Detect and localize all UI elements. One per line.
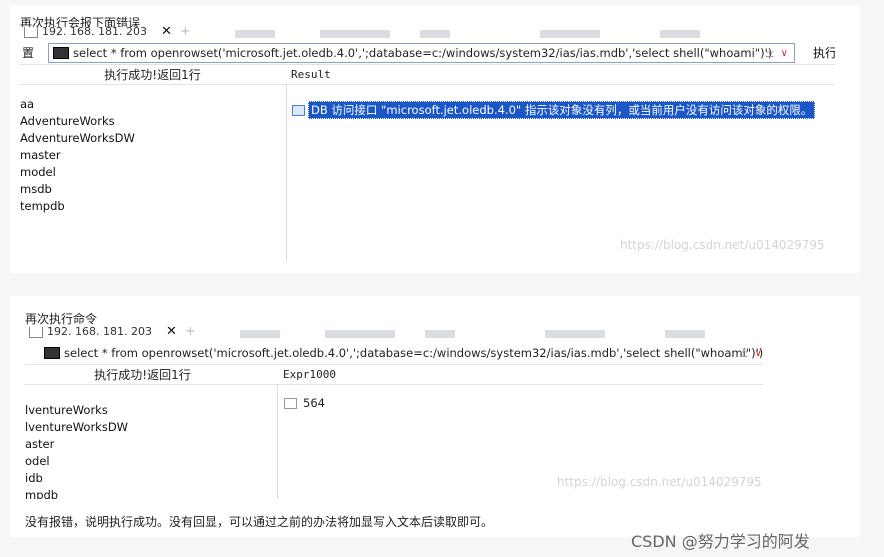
watermark: https://blog.csdn.net/u014029795 xyxy=(620,238,825,252)
database-item[interactable]: lventureWorksDW xyxy=(25,419,128,436)
database-list: lventureWorks lventureWorksDW aster odel idb… xyxy=(25,402,128,499)
result-value: 564 xyxy=(303,396,325,410)
section-caption: 再次执行命令 xyxy=(25,312,98,326)
result-column-header: Result xyxy=(291,67,331,81)
query-text: select * from openrowset('microsoft.jet.… xyxy=(73,46,773,60)
database-item[interactable]: master xyxy=(20,147,135,164)
tab-checkbox[interactable] xyxy=(29,327,43,338)
screenshot-card-success: 再次执行命令 192. 168. 181. 203 ✕ + select * f… xyxy=(10,296,860,537)
query-controls: ± ∨ xyxy=(739,344,762,362)
cell-icon xyxy=(292,104,305,116)
query-input[interactable]: select * from openrowset('microsoft.jet.… xyxy=(48,43,795,63)
status-text: 执行成功!返回1行 xyxy=(94,367,191,382)
tab-checkbox[interactable] xyxy=(24,27,38,38)
database-item[interactable]: tempdb xyxy=(20,198,135,215)
sql-icon xyxy=(53,47,69,59)
close-icon[interactable]: ✕ xyxy=(161,27,172,39)
tab-bar: 192. 168. 181. 203 ✕ + xyxy=(20,27,835,41)
result-cell[interactable]: 564 xyxy=(284,396,325,410)
tab-label: 192. 168. 181. 203 xyxy=(42,27,147,38)
result-cell[interactable]: DB 访问接口 "microsoft.jet.oledb.4.0" 指示该对象没… xyxy=(292,101,816,119)
database-item[interactable]: lventureWorks xyxy=(25,402,128,419)
query-row: select * from openrowset('microsoft.jet.… xyxy=(25,341,763,363)
tab-strip-blur xyxy=(540,30,600,38)
divider xyxy=(286,85,287,262)
cell-icon xyxy=(284,397,297,409)
tab-bar: 192. 168. 181. 203 ✕ + xyxy=(25,327,763,341)
database-item[interactable]: model xyxy=(20,164,135,181)
close-icon[interactable]: ✕ xyxy=(166,327,177,339)
csdn-footer: CSDN @努力学习的阿发 xyxy=(631,532,810,551)
connection-tab[interactable]: 192. 168. 181. 203 ✕ + xyxy=(25,327,200,339)
chevron-down-icon[interactable]: ∨ xyxy=(755,348,762,359)
sql-tool-window: 192. 168. 181. 203 ✕ + 置 select * from o… xyxy=(20,27,835,262)
execute-button[interactable]: 执行 xyxy=(813,44,835,61)
database-item[interactable]: msdb xyxy=(20,181,135,198)
database-list: aa AdventureWorks AdventureWorksDW master mo… xyxy=(20,96,135,215)
error-message: DB 访问接口 "microsoft.jet.oledb.4.0" 指示该对象没… xyxy=(308,101,816,119)
tab-strip-blur xyxy=(425,330,455,338)
plus-minus-icon[interactable]: ± xyxy=(739,346,749,360)
query-row: 置 select * from openrowset('microsoft.je… xyxy=(20,41,835,63)
database-item[interactable]: odel xyxy=(25,453,128,470)
tab-strip-blur xyxy=(235,30,275,38)
result-note: 没有报错，说明执行成功。没有回显，可以通过之前的办法将加显写入文本后读取即可。 xyxy=(25,515,494,529)
status-text: 执行成功!返回1行 xyxy=(104,67,201,82)
tab-strip-blur xyxy=(665,330,705,338)
watermark: https://blog.csdn.net/u014029795 xyxy=(557,475,762,489)
query-text: select * from openrowset('microsoft.jet.… xyxy=(64,346,763,360)
database-item[interactable]: mpdb xyxy=(25,487,128,499)
add-tab-icon[interactable]: + xyxy=(180,27,191,39)
tab-strip-blur xyxy=(320,30,390,38)
divider xyxy=(20,84,835,85)
divider xyxy=(277,385,278,499)
database-item[interactable]: AdventureWorks xyxy=(20,113,135,130)
tab-strip-blur xyxy=(240,330,280,338)
tab-strip-blur xyxy=(660,30,700,38)
connection-tab[interactable]: 192. 168. 181. 203 ✕ + xyxy=(20,27,195,39)
database-item[interactable]: aa xyxy=(20,96,135,113)
tab-label: 192. 168. 181. 203 xyxy=(47,327,152,338)
tab-strip-blur xyxy=(545,330,605,338)
sql-icon xyxy=(44,347,60,359)
plus-minus-icon[interactable]: ± xyxy=(765,46,775,60)
add-tab-icon[interactable]: + xyxy=(185,327,196,339)
query-label: 置 xyxy=(22,45,35,60)
sql-tool-window: 192. 168. 181. 203 ✕ + select * from ope… xyxy=(25,327,763,499)
database-item[interactable]: AdventureWorksDW xyxy=(20,130,135,147)
database-item[interactable]: idb xyxy=(25,470,128,487)
tab-strip-blur xyxy=(325,330,395,338)
result-column-header: Expr1000 xyxy=(283,367,336,381)
screenshot-card-error: 再次执行会报下面错误 192. 168. 181. 203 ✕ + 置 sele… xyxy=(10,5,860,273)
database-item[interactable]: aster xyxy=(25,436,128,453)
query-controls: ± ∨ xyxy=(765,44,788,62)
divider xyxy=(25,384,763,385)
query-input[interactable]: select * from openrowset('microsoft.jet.… xyxy=(39,343,763,363)
tab-strip-blur xyxy=(420,30,450,38)
chevron-down-icon[interactable]: ∨ xyxy=(781,48,788,59)
